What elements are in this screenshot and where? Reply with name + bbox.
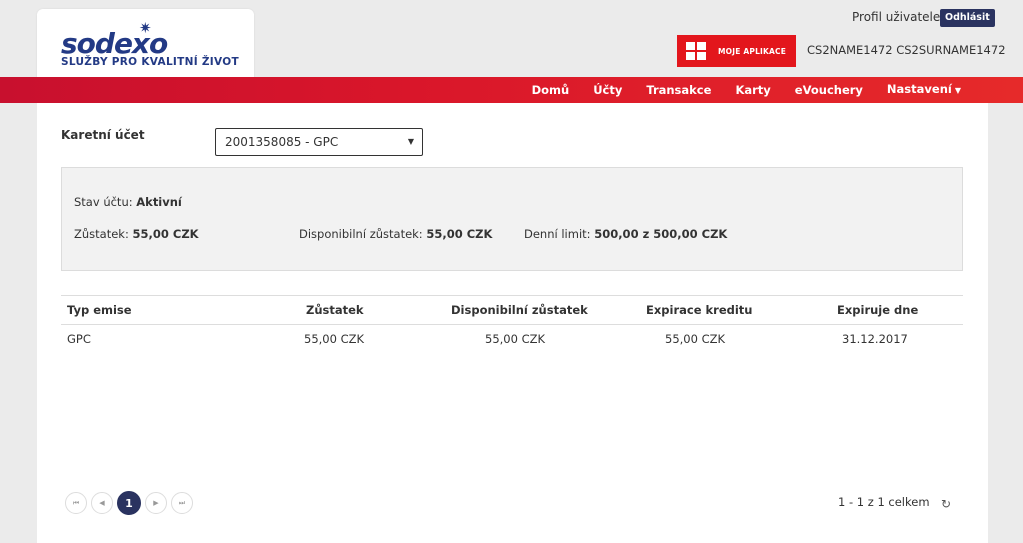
caret-down-icon: ▼ bbox=[954, 86, 961, 95]
cell-type: GPC bbox=[67, 332, 91, 346]
main-content: Karetní účet 2001358085 - GPC ▼ Stav účt… bbox=[37, 103, 988, 543]
table-row: GPC 55,00 CZK 55,00 CZK 55,00 CZK 31.12.… bbox=[61, 325, 963, 353]
logo-star-icon: ✷ bbox=[139, 19, 152, 37]
col-header-balance[interactable]: Zůstatek bbox=[306, 296, 364, 324]
cell-expires-on: 31.12.2017 bbox=[842, 332, 908, 346]
nav-item-accounts[interactable]: Účty bbox=[581, 77, 634, 103]
last-page-icon[interactable]: ⏭ bbox=[171, 492, 193, 514]
my-apps-label: MOJE APLIKACE bbox=[718, 46, 787, 56]
prev-page-icon[interactable]: ◀ bbox=[91, 492, 113, 514]
account-info-panel: Stav účtu: Aktivní Zůstatek: 55,00 CZK D… bbox=[61, 167, 963, 271]
pager-info: 1 - 1 z 1 celkem bbox=[838, 495, 930, 509]
account-status: Stav účtu: Aktivní bbox=[74, 195, 182, 209]
card-account-select[interactable]: 2001358085 - GPC ▼ bbox=[215, 128, 423, 156]
nav-item-cards[interactable]: Karty bbox=[723, 77, 782, 103]
col-header-type[interactable]: Typ emise bbox=[67, 296, 132, 324]
profile-link[interactable]: Profil uživatele bbox=[852, 10, 940, 24]
nav-item-settings[interactable]: Nastavení ▼ bbox=[875, 76, 973, 104]
dropdown-arrow-icon: ▼ bbox=[407, 137, 414, 146]
card-account-label: Karetní účet bbox=[61, 128, 145, 142]
logo-tagline: SLUŽBY PRO KVALITNÍ ŽIVOT bbox=[61, 56, 239, 68]
col-header-credit-expiry[interactable]: Expirace kreditu bbox=[646, 296, 752, 324]
limit-value: 500,00 z 500,00 CZK bbox=[594, 227, 728, 241]
balance-value: 55,00 CZK bbox=[132, 227, 199, 241]
cell-credit-expiry: 55,00 CZK bbox=[665, 332, 726, 346]
nav-settings-label: Nastavení bbox=[886, 82, 952, 96]
refresh-icon[interactable]: ↻ bbox=[941, 497, 951, 511]
nav-item-evouchers[interactable]: eVouchery bbox=[783, 77, 875, 103]
emission-table: Typ emise Zůstatek Disponibilní zůstatek… bbox=[61, 295, 963, 353]
daily-limit: Denní limit: 500,00 z 500,00 CZK bbox=[524, 227, 727, 241]
status-label: Stav účtu: bbox=[74, 195, 133, 209]
page-current[interactable]: 1 bbox=[117, 491, 141, 515]
limit-label: Denní limit: bbox=[524, 227, 591, 241]
available-label: Disponibilní zůstatek: bbox=[299, 227, 423, 241]
table-header: Typ emise Zůstatek Disponibilní zůstatek… bbox=[61, 295, 963, 325]
first-page-icon[interactable]: ⏮ bbox=[65, 492, 87, 514]
next-page-icon[interactable]: ▶ bbox=[145, 492, 167, 514]
apps-grid-icon bbox=[686, 42, 706, 60]
available-value: 55,00 CZK bbox=[426, 227, 493, 241]
col-header-available[interactable]: Disponibilní zůstatek bbox=[451, 296, 588, 324]
col-header-expires-on[interactable]: Expiruje dne bbox=[837, 296, 918, 324]
nav-menu: Domů Účty Transakce Karty eVouchery Nast… bbox=[520, 77, 973, 103]
nav-item-transactions[interactable]: Transakce bbox=[634, 77, 723, 103]
pagination: ⏮ ◀ 1 ▶ ⏭ bbox=[65, 491, 193, 515]
nav-item-home[interactable]: Domů bbox=[520, 77, 582, 103]
balance-label: Zůstatek: bbox=[74, 227, 129, 241]
top-header: sodexo ✷ SLUŽBY PRO KVALITNÍ ŽIVOT Profi… bbox=[0, 0, 1023, 103]
my-apps-button[interactable]: MOJE APLIKACE bbox=[677, 35, 796, 67]
cell-available: 55,00 CZK bbox=[485, 332, 546, 346]
account-balance: Zůstatek: 55,00 CZK bbox=[74, 227, 199, 241]
card-account-selected: 2001358085 - GPC bbox=[225, 135, 339, 149]
status-value: Aktivní bbox=[136, 195, 182, 209]
logout-button[interactable]: Odhlásit bbox=[940, 9, 995, 27]
available-balance: Disponibilní zůstatek: 55,00 CZK bbox=[299, 227, 492, 241]
cell-balance: 55,00 CZK bbox=[304, 332, 365, 346]
user-name: CS2NAME1472 CS2SURNAME1472 bbox=[807, 43, 1006, 57]
